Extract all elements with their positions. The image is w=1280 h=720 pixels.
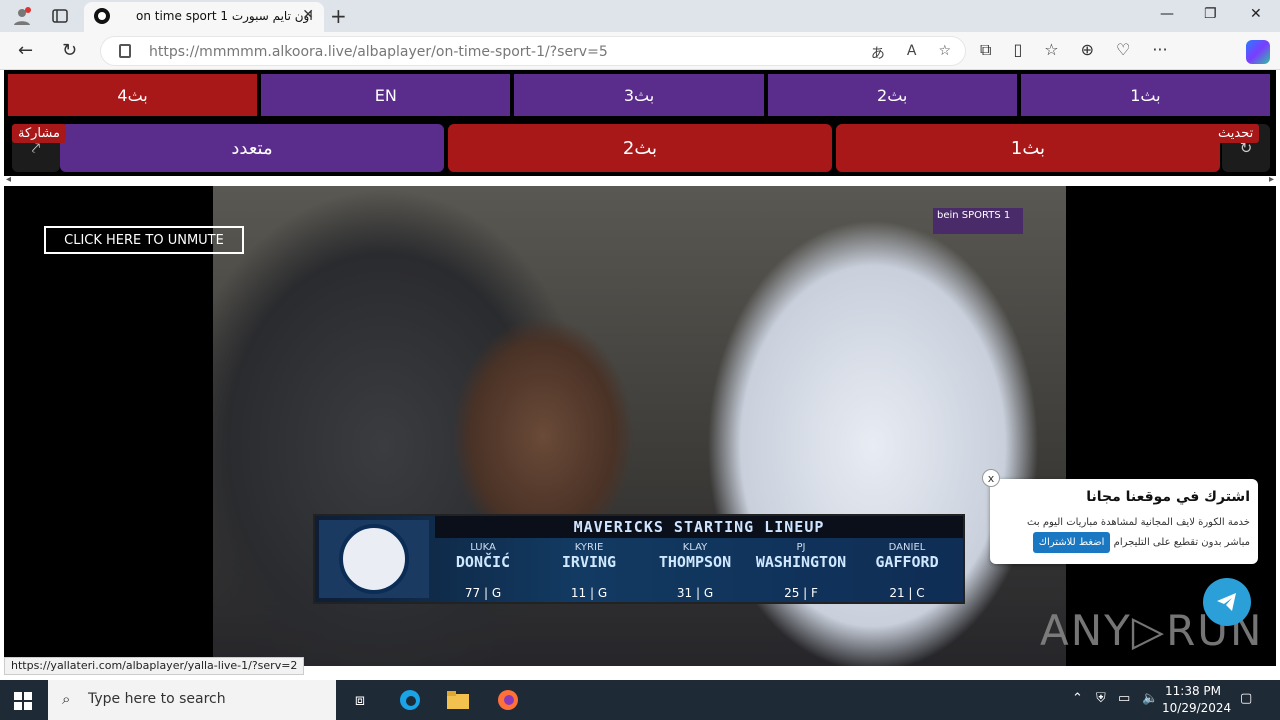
stream-1-button[interactable]: بث1 bbox=[836, 124, 1220, 172]
telegram-icon[interactable] bbox=[1203, 578, 1251, 626]
lineup-title: MAVERICKS STARTING LINEUP bbox=[435, 516, 963, 538]
player-1: LUKA DONČIĆ 77 | G bbox=[435, 542, 531, 600]
player-first-name: DANIEL bbox=[888, 542, 926, 553]
url-domain: https://mmmmm.alkoora.live bbox=[149, 44, 353, 60]
channel-logo: bein SPORTS 1 bbox=[933, 208, 1023, 234]
player-first-name: KLAY bbox=[682, 542, 708, 553]
server-button-4[interactable]: بث4 bbox=[7, 74, 258, 116]
player-last-name: THOMPSON bbox=[658, 553, 732, 571]
more-menu-icon[interactable]: ··· bbox=[1152, 40, 1167, 60]
show-hidden-icons[interactable]: ⌃ bbox=[1072, 691, 1083, 706]
tab-actions-icon[interactable] bbox=[48, 4, 72, 28]
firefox-icon[interactable] bbox=[496, 688, 520, 712]
minimize-icon[interactable]: — bbox=[1160, 6, 1174, 22]
player-number: 21 | C bbox=[889, 586, 925, 600]
collections-icon[interactable]: ⊕ bbox=[1081, 40, 1094, 60]
player-last-name: GAFFORD bbox=[875, 553, 939, 571]
taskbar: ⌕ Type here to search ⧈ ⌃ ⛨ ▭ 🔈 11:38 PM… bbox=[0, 680, 1280, 720]
split-screen-icon[interactable]: ▯ bbox=[1013, 40, 1022, 60]
server-buttons: بث1 بث2 بث3 EN بث4 bbox=[7, 74, 1270, 116]
volume-icon[interactable]: 🔈 bbox=[1142, 691, 1158, 706]
close-window-icon[interactable]: ✕ bbox=[1250, 6, 1262, 22]
unmute-button[interactable]: CLICK HERE TO UNMUTE bbox=[44, 226, 244, 254]
video-player[interactable]: bein SPORTS 1 MAVERICKS STARTING LINEUP … bbox=[4, 186, 1276, 666]
server-button-en[interactable]: EN bbox=[261, 74, 511, 116]
active-tab[interactable]: on time sport 1 اون تايم سبورت ✕ bbox=[84, 2, 324, 32]
player-number: 11 | G bbox=[570, 586, 608, 600]
mavericks-logo bbox=[319, 520, 429, 598]
taskbar-search[interactable]: ⌕ Type here to search bbox=[48, 680, 336, 720]
popup-close-icon[interactable]: x bbox=[982, 469, 1000, 487]
subscribe-button[interactable]: اضغط للاشتراك bbox=[1032, 532, 1111, 553]
player-number: 77 | G bbox=[464, 586, 502, 600]
refresh-tag: تحديث bbox=[1212, 124, 1260, 143]
task-view-icon[interactable]: ⧈ bbox=[348, 688, 372, 712]
scroll-right-icon[interactable]: ▸ bbox=[1269, 174, 1274, 185]
address-toolbar: ← ↻ https://mmmmm.alkoora.live/albaplaye… bbox=[0, 32, 1280, 70]
search-placeholder: Type here to search bbox=[88, 691, 226, 707]
tab-title: on time sport 1 اون تايم سبورت bbox=[136, 9, 313, 23]
player-first-name: LUKA bbox=[470, 542, 496, 553]
scroll-left-icon[interactable]: ◂ bbox=[6, 174, 11, 185]
security-icon[interactable]: ⛨ bbox=[1096, 691, 1106, 706]
profile-icon[interactable] bbox=[10, 4, 34, 28]
subscribe-popup: اشترك في موقعنا مجانا خدمة الكورة لايف ا… bbox=[990, 479, 1258, 564]
file-explorer-icon[interactable] bbox=[446, 688, 470, 712]
edge-icon[interactable] bbox=[398, 688, 422, 712]
player-5: DANIEL GAFFORD 21 | C bbox=[859, 542, 955, 600]
network-icon[interactable]: ▭ bbox=[1118, 691, 1130, 706]
url-path: /albaplayer/on-time-sport-1/?serv=5 bbox=[352, 44, 608, 60]
player-last-name: IRVING bbox=[561, 553, 617, 571]
url-text: https://mmmmm.alkoora.live/albaplayer/on… bbox=[149, 44, 608, 60]
popup-desc-line-1: خدمة الكورة لايف المجانية لمشاهدة مباريا… bbox=[1027, 517, 1250, 528]
horizontal-scrollbar[interactable]: ◂ ▸ bbox=[4, 174, 1276, 186]
status-bar-url: https://yallateri.com/albaplayer/yalla-l… bbox=[4, 657, 305, 675]
server-button-1[interactable]: بث1 bbox=[1020, 74, 1270, 116]
clock-date: 10/29/2024 bbox=[1162, 701, 1232, 715]
quality-buttons: ⤤ متعدد بث2 بث1 ↻ مشاركة تحديث bbox=[8, 124, 1270, 172]
url-bar[interactable]: https://mmmmm.alkoora.live/albaplayer/on… bbox=[100, 36, 966, 66]
player-3: KLAY THOMPSON 31 | G bbox=[647, 542, 743, 600]
video-frame: bein SPORTS 1 MAVERICKS STARTING LINEUP … bbox=[213, 186, 1066, 666]
player-4: PJ WASHINGTON 25 | F bbox=[753, 542, 849, 600]
server-button-2[interactable]: بث2 bbox=[767, 74, 1017, 116]
close-tab-icon[interactable]: ✕ bbox=[302, 7, 314, 23]
extensions-icon[interactable]: ⧉ bbox=[980, 40, 991, 60]
popup-title: اشترك في موقعنا مجانا bbox=[1086, 489, 1250, 505]
maximize-icon[interactable]: ❐ bbox=[1204, 6, 1217, 22]
web-page: بث1 بث2 بث3 EN بث4 ⤤ متعدد بث2 بث1 ↻ مشا… bbox=[0, 70, 1280, 680]
soccer-ball-icon bbox=[94, 8, 110, 24]
browser-essentials-icon[interactable]: ♡ bbox=[1116, 40, 1130, 60]
popup-description: خدمة الكورة لايف المجانية لمشاهدة مباريا… bbox=[998, 513, 1250, 553]
clock-time: 11:38 PM bbox=[1165, 684, 1221, 698]
player-2: KYRIE IRVING 11 | G bbox=[541, 542, 637, 600]
popup-desc-line-2: مباشر بدون تقطيع على التليجرام bbox=[1113, 537, 1250, 548]
player-first-name: PJ bbox=[796, 542, 806, 553]
windows-start-icon[interactable] bbox=[14, 692, 32, 710]
player-last-name: WASHINGTON bbox=[755, 553, 847, 571]
search-icon: ⌕ bbox=[62, 690, 71, 708]
player-first-name: KYRIE bbox=[574, 542, 604, 553]
multi-button[interactable]: متعدد bbox=[60, 124, 444, 172]
lock-icon bbox=[119, 44, 131, 58]
player-number: 25 | F bbox=[784, 586, 818, 600]
refresh-icon[interactable]: ↻ bbox=[62, 40, 77, 61]
share-tag: مشاركة bbox=[12, 124, 66, 143]
stream-2-button[interactable]: بث2 bbox=[448, 124, 832, 172]
player-number: 31 | G bbox=[676, 586, 714, 600]
translate-icon[interactable]: あ bbox=[871, 43, 885, 63]
new-tab-icon[interactable]: + bbox=[330, 4, 347, 28]
taskbar-clock[interactable]: 11:38 PM 10/29/2024 bbox=[1162, 683, 1232, 717]
favorite-star-icon[interactable]: ☆ bbox=[938, 43, 951, 63]
lineup-graphic: MAVERICKS STARTING LINEUP LUKA DONČIĆ 77… bbox=[313, 514, 965, 604]
favorites-icon[interactable]: ☆ bbox=[1044, 40, 1058, 60]
notification-icon[interactable]: ▢ bbox=[1240, 691, 1252, 706]
copilot-icon[interactable] bbox=[1246, 40, 1270, 64]
back-arrow-icon[interactable]: ← bbox=[18, 40, 33, 61]
browser-tab-bar: on time sport 1 اون تايم سبورت ✕ + — ❐ ✕ bbox=[0, 0, 1280, 32]
read-aloud-icon[interactable]: A bbox=[907, 43, 917, 63]
server-button-3[interactable]: بث3 bbox=[514, 74, 764, 116]
player-last-name: DONČIĆ bbox=[455, 553, 511, 571]
